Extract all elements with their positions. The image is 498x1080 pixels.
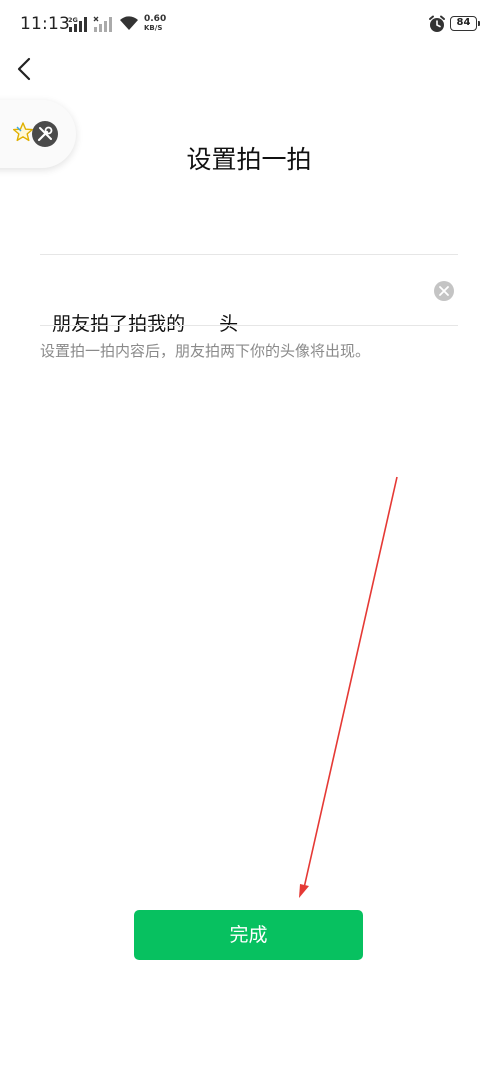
svg-text:2G: 2G: [68, 16, 78, 24]
cellular-signal-icon: 2G: [68, 16, 87, 32]
page-title: 设置拍一拍: [186, 145, 312, 174]
network-speed-unit: KB/S: [144, 24, 163, 32]
clear-input-button[interactable]: [434, 281, 454, 301]
pat-text-input[interactable]: 朋友拍了拍我的 头: [40, 276, 420, 335]
pat-prefix: 朋友拍了拍我的: [52, 313, 186, 335]
network-speed-value: 0.60: [144, 14, 167, 24]
done-button[interactable]: 完成: [134, 910, 363, 960]
input-top-divider: [40, 254, 458, 255]
pat-suffix: 头: [219, 313, 239, 335]
status-bar: 11:13 2G 0.60 KB/S 84: [0, 0, 498, 48]
alarm-clock-icon: [429, 15, 445, 32]
close-icon: [439, 286, 449, 296]
chevron-left-icon: [17, 57, 31, 81]
wifi-icon: [120, 16, 138, 30]
input-bottom-divider: [40, 325, 458, 326]
network-speed: 0.60 KB/S: [144, 15, 166, 33]
back-button[interactable]: [10, 52, 42, 86]
battery-indicator: 84: [450, 16, 480, 31]
no-signal-icon: [93, 16, 112, 32]
status-time: 11:13: [20, 14, 70, 34]
hint-text: 设置拍一拍内容后，朋友拍两下你的头像将出现。: [40, 342, 371, 360]
